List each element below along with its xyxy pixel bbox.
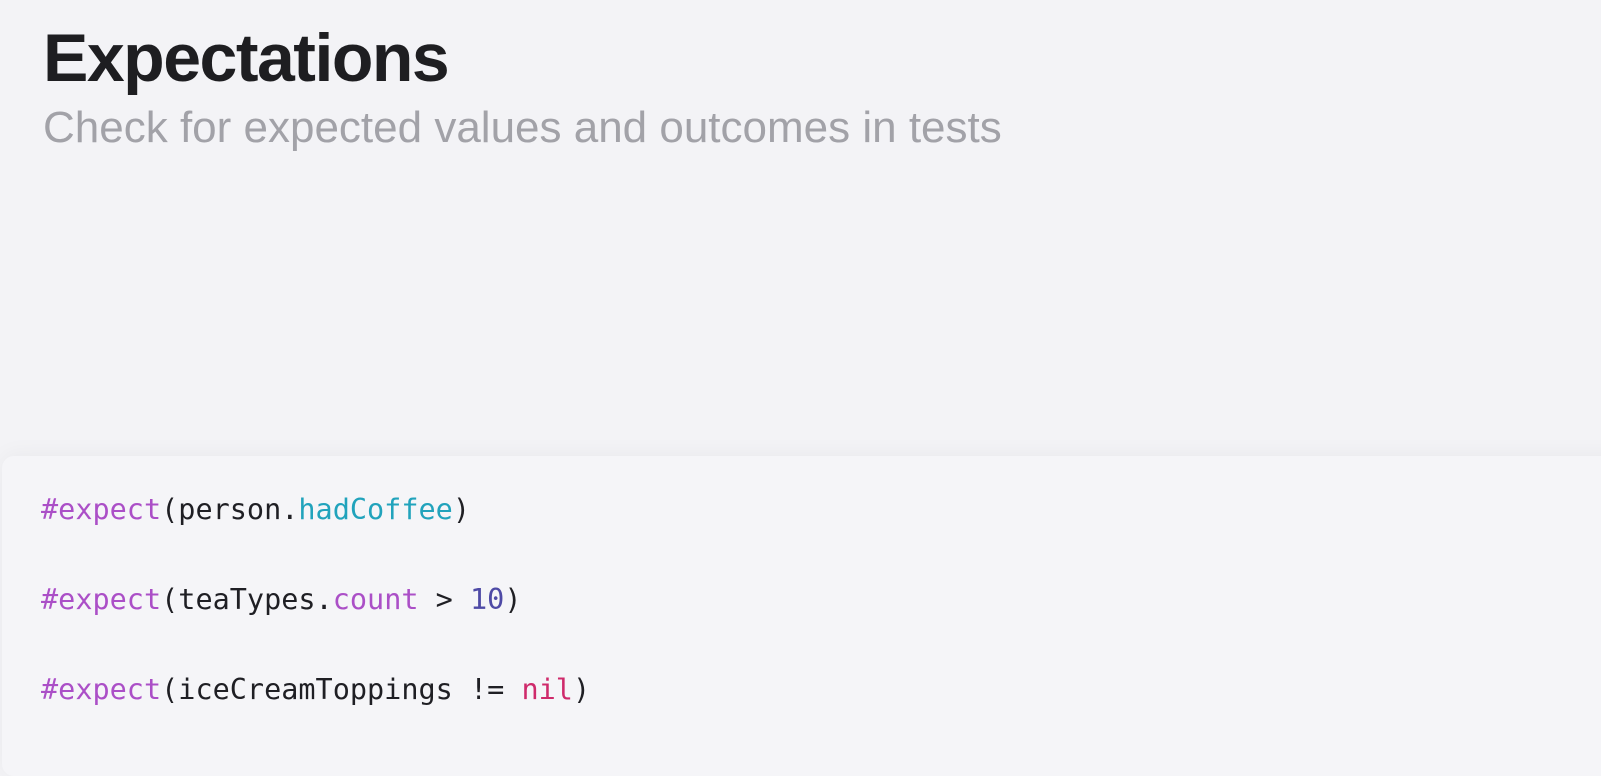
keyword-token: nil bbox=[521, 673, 573, 706]
paren-token: ( bbox=[161, 493, 179, 526]
code-line: #expect(iceCreamToppings != nil) bbox=[41, 672, 590, 708]
property-token: count bbox=[332, 583, 419, 616]
operator-token: != bbox=[452, 673, 522, 706]
paren-token: ) bbox=[572, 673, 591, 706]
page-title: Expectations bbox=[43, 20, 450, 96]
paren-token: ( bbox=[161, 673, 179, 706]
page-header: Expectations Check for expected values a… bbox=[43, 18, 1561, 154]
identifier-token: person. bbox=[178, 493, 299, 526]
property-token: hadCoffee bbox=[298, 493, 453, 526]
identifier-token: teaTypes. bbox=[178, 583, 333, 616]
operator-token: > bbox=[418, 583, 470, 616]
macro-token: #expect bbox=[41, 583, 162, 616]
macro-token: #expect bbox=[41, 673, 162, 706]
macro-token: #expect bbox=[41, 493, 162, 526]
code-line: #expect(teaTypes.count > 10) bbox=[41, 582, 522, 618]
identifier-token: iceCreamToppings bbox=[178, 673, 453, 706]
code-block: #expect(person.hadCoffee) #expect(teaTyp… bbox=[2, 456, 1601, 776]
paren-token: ) bbox=[452, 493, 470, 526]
paren-token: ( bbox=[161, 583, 179, 616]
page-subtitle: Check for expected values and outcomes i… bbox=[43, 103, 1002, 152]
paren-token: ) bbox=[504, 583, 522, 616]
code-line: #expect(person.hadCoffee) bbox=[41, 492, 470, 528]
number-token: 10 bbox=[470, 583, 505, 616]
